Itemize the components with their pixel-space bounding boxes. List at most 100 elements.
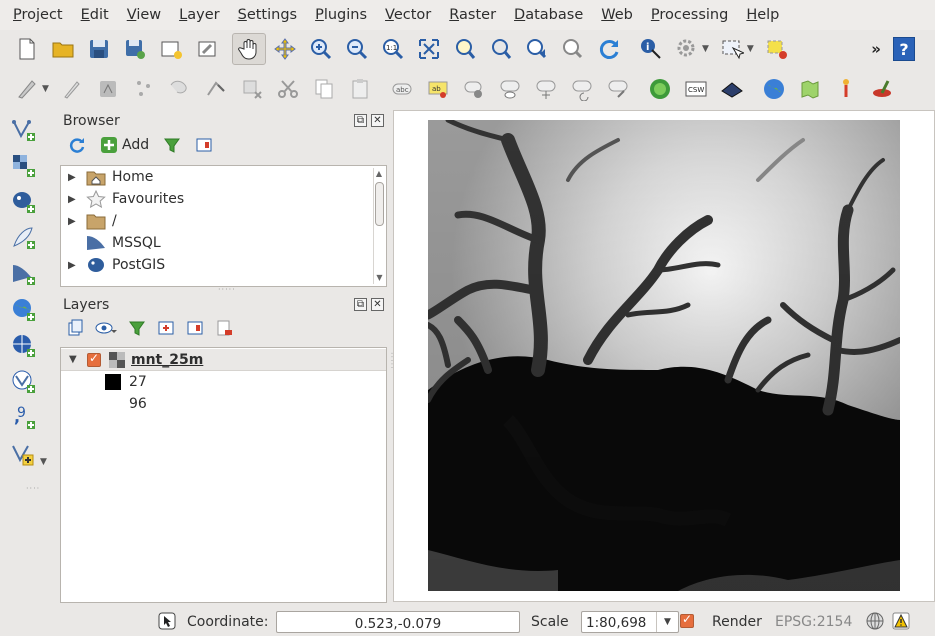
delete-selected-icon[interactable]: [235, 73, 269, 105]
menu-processing[interactable]: Processing: [642, 7, 737, 23]
zoom-full-icon[interactable]: [412, 33, 446, 65]
tree-item-root[interactable]: ▶ /: [61, 210, 386, 232]
layer-item-mnt-25m[interactable]: ▼ mnt_25m: [61, 349, 386, 371]
run-action-icon[interactable]: [670, 33, 704, 65]
identify-icon[interactable]: i: [634, 33, 668, 65]
save-as-icon[interactable]: [118, 33, 152, 65]
add-vector-layer-icon[interactable]: [6, 112, 42, 148]
collapse-arrow-icon[interactable]: ▼: [69, 354, 83, 365]
save-project-icon[interactable]: [82, 33, 116, 65]
zoom-in-icon[interactable]: [304, 33, 338, 65]
layer-visibility-checkbox[interactable]: [87, 351, 101, 367]
node-tool-icon[interactable]: [199, 73, 233, 105]
spatial-bookmark-icon[interactable]: [865, 73, 899, 105]
new-layer-dropdown-icon[interactable]: ▼: [40, 457, 47, 467]
menu-plugins[interactable]: Plugins: [306, 7, 376, 23]
new-project-icon[interactable]: [10, 33, 44, 65]
menu-vector[interactable]: Vector: [376, 7, 440, 23]
paste-features-icon[interactable]: [343, 73, 377, 105]
georeferencer-icon[interactable]: [793, 73, 827, 105]
menu-settings[interactable]: Settings: [229, 7, 307, 23]
add-selected-button[interactable]: Add: [100, 136, 149, 154]
zoom-layer-icon[interactable]: [484, 33, 518, 65]
scroll-down-arrow-icon[interactable]: ▼: [374, 272, 385, 284]
layout-manager-icon[interactable]: [190, 33, 224, 65]
zoom-native-icon[interactable]: 1:1: [376, 33, 410, 65]
refresh-icon[interactable]: [592, 33, 626, 65]
more-tools-icon[interactable]: »: [871, 40, 881, 58]
scale-combobox[interactable]: 1:80,698 ▼: [581, 611, 679, 633]
map-canvas[interactable]: [393, 110, 935, 602]
remove-layer-icon[interactable]: [215, 319, 233, 337]
crs-status[interactable]: EPSG:2154: [775, 614, 852, 630]
select-features-dropdown-icon[interactable]: ▼: [747, 44, 754, 54]
metasearch-icon[interactable]: [715, 73, 749, 105]
close-panel-icon[interactable]: ✕: [371, 114, 384, 127]
add-wms-layer-icon[interactable]: [6, 292, 42, 328]
expand-arrow-icon[interactable]: ▶: [68, 260, 82, 271]
scroll-thumb[interactable]: [375, 182, 384, 226]
close-panel-icon[interactable]: ✕: [371, 298, 384, 311]
tree-item-postgis[interactable]: ▶ PostGIS: [61, 254, 386, 276]
refresh-browser-icon[interactable]: [68, 136, 86, 154]
add-delimited-text-layer-icon[interactable]: ,9: [6, 400, 42, 436]
add-postgis-layer-icon[interactable]: [6, 184, 42, 220]
deselect-features-icon[interactable]: [760, 33, 794, 65]
change-label-icon[interactable]: [601, 73, 635, 105]
filter-legend-icon[interactable]: [128, 319, 146, 337]
expand-arrow-icon[interactable]: ▶: [68, 216, 82, 227]
zoom-next-icon[interactable]: [556, 33, 590, 65]
rotate-label-icon[interactable]: [565, 73, 599, 105]
new-print-layout-icon[interactable]: [154, 33, 188, 65]
grass-tools-icon[interactable]: [643, 73, 677, 105]
current-edits-icon[interactable]: [10, 73, 44, 105]
current-edits-dropdown-icon[interactable]: ▼: [42, 84, 49, 94]
open-project-icon[interactable]: [46, 33, 80, 65]
tree-item-favourites[interactable]: ▶ Favourites: [61, 188, 386, 210]
zoom-last-icon[interactable]: [520, 33, 554, 65]
tree-item-home[interactable]: ▶ Home: [61, 166, 386, 188]
collapse-all-icon[interactable]: [195, 136, 213, 154]
add-feature-icon[interactable]: [127, 73, 161, 105]
menu-edit[interactable]: Edit: [72, 7, 118, 23]
menu-layer[interactable]: Layer: [170, 7, 228, 23]
float-panel-icon[interactable]: ⧉: [354, 298, 367, 311]
add-mssql-layer-icon[interactable]: [6, 256, 42, 292]
float-panel-icon[interactable]: ⧉: [354, 114, 367, 127]
run-action-dropdown-icon[interactable]: ▼: [702, 44, 709, 54]
road-graph-icon[interactable]: [829, 73, 863, 105]
scroll-up-arrow-icon[interactable]: ▲: [374, 168, 384, 180]
messages-warning-icon[interactable]: [892, 612, 910, 634]
menu-project[interactable]: Project: [4, 7, 72, 23]
toggle-extents-mouse-icon[interactable]: [158, 612, 176, 634]
add-wfs-layer-icon[interactable]: [6, 364, 42, 400]
scale-dropdown-icon[interactable]: ▼: [656, 612, 678, 632]
zoom-selection-icon[interactable]: [448, 33, 482, 65]
whats-this-help-icon[interactable]: ?: [893, 37, 915, 61]
filter-browser-icon[interactable]: [163, 136, 181, 154]
csw-client-icon[interactable]: CSW: [679, 73, 713, 105]
new-shapefile-layer-icon[interactable]: [6, 436, 42, 472]
pan-to-selection-icon[interactable]: [268, 33, 302, 65]
pan-hand-icon[interactable]: [232, 33, 266, 65]
select-features-icon[interactable]: [715, 33, 749, 65]
expand-arrow-icon[interactable]: ▶: [68, 194, 82, 205]
add-wcs-layer-icon[interactable]: [6, 328, 42, 364]
tree-item-mssql[interactable]: MSSQL: [61, 232, 386, 254]
menu-help[interactable]: Help: [737, 7, 788, 23]
highlight-pinned-labels-icon[interactable]: ab: [421, 73, 455, 105]
move-feature-icon[interactable]: [163, 73, 197, 105]
browser-scrollbar[interactable]: ▲ ▼: [373, 168, 384, 284]
add-spatialite-layer-icon[interactable]: [6, 220, 42, 256]
cut-features-icon[interactable]: [271, 73, 305, 105]
collapse-all-layers-icon[interactable]: [186, 319, 204, 337]
menu-web[interactable]: Web: [592, 7, 642, 23]
crs-globe-icon[interactable]: [866, 612, 884, 634]
save-layer-edits-icon[interactable]: [91, 73, 125, 105]
zoom-out-icon[interactable]: [340, 33, 374, 65]
expand-arrow-icon[interactable]: ▶: [68, 172, 82, 183]
menu-database[interactable]: Database: [505, 7, 592, 23]
label-tool-icon[interactable]: abc: [385, 73, 419, 105]
add-group-icon[interactable]: [157, 319, 175, 337]
coordinate-field[interactable]: 0.523,-0.079: [276, 611, 520, 633]
